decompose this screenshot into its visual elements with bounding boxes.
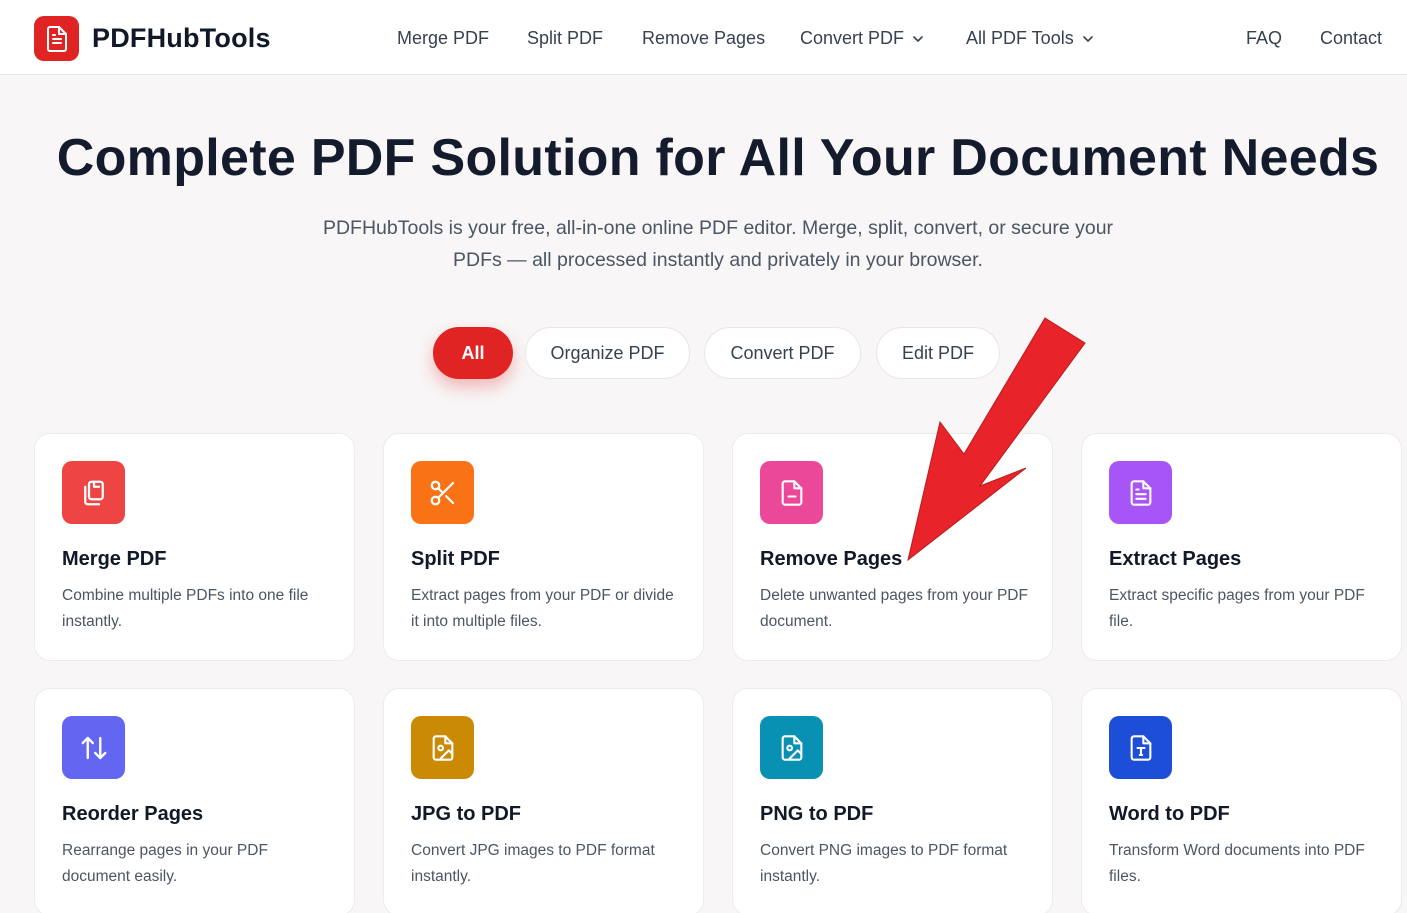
nav-label: Remove Pages [642, 28, 766, 48]
file-image-icon [760, 716, 823, 779]
arrows-up-down-icon [62, 716, 125, 779]
card-title: Merge PDF [62, 548, 167, 570]
card-description: Convert JPG images to PDF format instant… [411, 842, 655, 885]
file-text-icon [1109, 461, 1172, 524]
nav-remove-pages[interactable]: Remove Pages [642, 28, 765, 49]
file-minus-icon [760, 461, 823, 524]
nav-label: Merge PDF [397, 28, 490, 48]
nav-convert-pdf[interactable]: Convert PDF [800, 28, 924, 49]
card-description: Combine multiple PDFs into one file inst… [62, 587, 309, 630]
site-header: PDFHubTools Merge PDF Split PDF Remove P… [0, 0, 1407, 75]
filter-convert-pdf[interactable]: Convert PDF [704, 327, 861, 379]
nav-all-pdf-tools[interactable]: All PDF Tools [966, 28, 1094, 49]
file-image-icon [411, 716, 474, 779]
card-description: Transform Word documents into PDF files. [1109, 842, 1365, 885]
card-description: Rearrange pages in your PDF document eas… [62, 842, 268, 885]
chevron-down-icon [913, 35, 923, 42]
hero-title: Complete PDF Solution for All Your Docum… [56, 129, 1380, 187]
card-description: Convert PNG images to PDF format instant… [760, 842, 1008, 885]
brand-logo[interactable]: PDFHubTools [34, 16, 271, 61]
card-title: Word to PDF [1109, 803, 1230, 825]
card-title: Extract Pages [1109, 548, 1242, 570]
card-description: Delete unwanted pages from your PDF docu… [760, 587, 1028, 630]
card-description: Extract specific pages from your PDF fil… [1109, 587, 1365, 630]
tool-card-split-pdf[interactable]: Split PDF Extract pages from your PDF or… [383, 433, 704, 661]
nav-contact[interactable]: Contact [1320, 28, 1382, 49]
tool-card-reorder-pages[interactable]: Reorder Pages Rearrange pages in your PD… [34, 688, 355, 913]
nav-label: All PDF Tools [966, 28, 1074, 48]
tool-card-word-to-pdf[interactable]: Word to PDF Transform Word documents int… [1081, 688, 1402, 913]
nav-split-pdf[interactable]: Split PDF [527, 28, 603, 49]
filter-organize-pdf[interactable]: Organize PDF [525, 327, 690, 379]
nav-label: FAQ [1246, 28, 1283, 48]
card-title: Reorder Pages [62, 803, 204, 825]
chevron-down-icon [1082, 35, 1093, 42]
copy-icon [62, 461, 125, 524]
brand-name: PDFHubTools [92, 23, 271, 53]
file-text-icon [34, 16, 79, 61]
tool-card-jpg-to-pdf[interactable]: JPG to PDF Convert JPG images to PDF for… [383, 688, 704, 913]
tool-card-merge-pdf[interactable]: Merge PDF Combine multiple PDFs into one… [34, 433, 355, 661]
nav-label: Convert PDF [800, 28, 905, 48]
card-title: PNG to PDF [760, 803, 874, 825]
tool-card-extract-pages[interactable]: Extract Pages Extract specific pages fro… [1081, 433, 1402, 661]
red-arrow-icon [907, 317, 1086, 562]
nav-label: Contact [1320, 28, 1383, 48]
card-title: Split PDF [411, 548, 500, 570]
filter-all[interactable]: All [433, 327, 513, 379]
nav-merge-pdf[interactable]: Merge PDF [397, 28, 489, 49]
hero-subtitle: PDFHubTools is your free, all-in-one onl… [322, 217, 1114, 271]
card-title: Remove Pages [760, 548, 903, 570]
nav-label: Split PDF [527, 28, 604, 48]
nav-faq[interactable]: FAQ [1246, 28, 1282, 49]
card-title: JPG to PDF [411, 803, 522, 825]
file-type-icon [1109, 716, 1172, 779]
scissors-icon [411, 461, 474, 524]
card-description: Extract pages from your PDF or divide it… [411, 587, 674, 630]
tool-card-png-to-pdf[interactable]: PNG to PDF Convert PNG images to PDF for… [732, 688, 1053, 913]
